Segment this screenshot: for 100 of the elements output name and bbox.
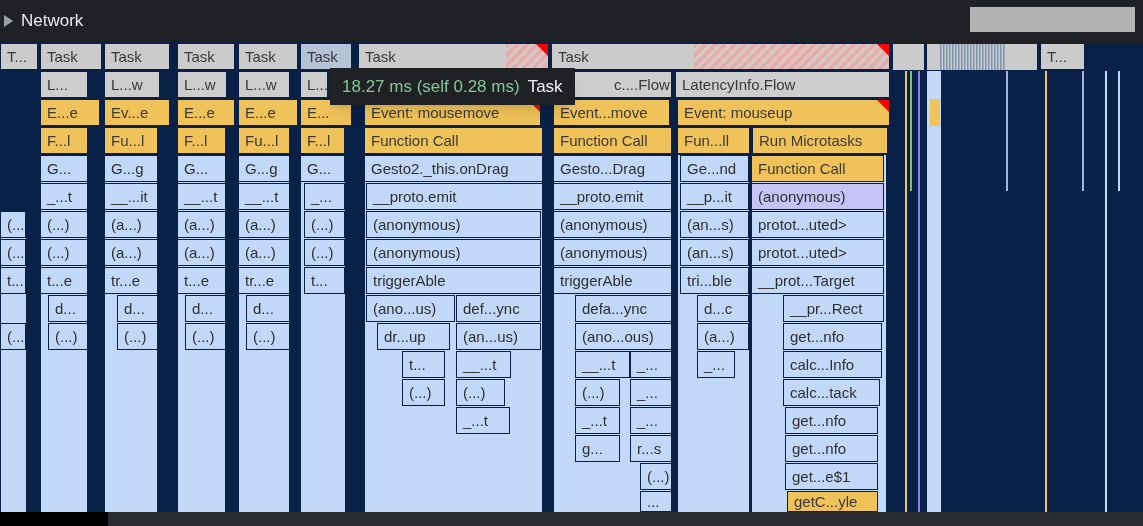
flame-block[interactable]: __proto.emit [366, 183, 543, 210]
flame-block[interactable]: (an...s) [680, 211, 749, 238]
flame-block[interactable]: d... [246, 295, 290, 322]
flame-block[interactable]: (...) [185, 323, 226, 350]
flame-block[interactable]: t...e [177, 267, 226, 294]
flame-block[interactable]: E...e [40, 99, 100, 126]
task-block[interactable]: Task [40, 43, 102, 70]
flame-block[interactable]: _... [304, 183, 345, 210]
network-track-toggle[interactable]: Network [3, 8, 84, 34]
flame-block[interactable]: (anonymous) [553, 239, 672, 266]
flame-block[interactable]: G...g [104, 155, 158, 182]
flame-block[interactable]: triggerAble [366, 267, 541, 294]
flame-block[interactable]: (anonymous) [366, 239, 541, 266]
flame-block[interactable]: Run Microtasks [752, 127, 888, 154]
scrollbar-thumb[interactable] [0, 512, 108, 526]
flame-block[interactable]: (ano...ous) [575, 323, 672, 350]
flame-block[interactable]: (...) [40, 211, 88, 238]
flame-block[interactable]: __...t [456, 351, 511, 378]
flame-block[interactable]: d...c [697, 295, 749, 322]
flame-block[interactable]: (ano...us) [366, 295, 455, 322]
flame-block[interactable]: get...nfo [785, 407, 878, 434]
task-block[interactable]: Task [551, 43, 890, 70]
flame-block[interactable]: (...) [456, 379, 505, 406]
flame-block[interactable]: (...) [246, 323, 290, 350]
flame-block[interactable]: __proto.emit [553, 183, 672, 210]
flame-block[interactable]: (... [0, 211, 26, 238]
flame-block[interactable]: ... [640, 491, 672, 512]
flame-block[interactable]: calc...Info [783, 351, 882, 378]
flame-block[interactable]: __p...it [680, 183, 749, 210]
flame-block[interactable]: (anonymous) [553, 211, 672, 238]
flame-block[interactable]: (...) [402, 379, 445, 406]
flame-block[interactable]: tr...e [104, 267, 158, 294]
flame-block[interactable]: _...t [456, 407, 510, 434]
flame-block[interactable]: G... [40, 155, 88, 182]
flame-block[interactable]: __pr...Rect [783, 295, 884, 322]
flame-block[interactable]: Function Call [553, 127, 672, 154]
flame-block[interactable]: Fun...ll [677, 127, 750, 154]
task-block[interactable]: T... [0, 43, 38, 70]
task-block[interactable] [927, 44, 1037, 70]
flame-block[interactable]: E...e [177, 99, 235, 126]
flame-block[interactable]: (an...us) [456, 323, 541, 350]
flame-block[interactable]: t... [402, 351, 445, 378]
flame-block[interactable]: G... [177, 155, 226, 182]
flame-block[interactable]: F...l [300, 127, 345, 154]
task-block[interactable]: Task [177, 43, 235, 70]
task-block[interactable]: Task [238, 43, 298, 70]
flame-block[interactable]: r...s [630, 435, 672, 462]
overview-scroll-thumb[interactable] [970, 7, 1135, 32]
flame-block[interactable]: _... [630, 351, 672, 378]
flame-block[interactable]: (a...) [697, 323, 749, 350]
flame-block[interactable]: (a...) [104, 239, 158, 266]
flame-block[interactable]: calc...tack [783, 379, 880, 406]
flame-block[interactable]: t...e [40, 267, 88, 294]
flame-block[interactable]: _...t [575, 407, 620, 434]
flame-block[interactable]: Ev...e [104, 99, 170, 126]
flame-block[interactable]: E...e [238, 99, 298, 126]
flame-block[interactable]: (...) [48, 323, 88, 350]
flame-block[interactable]: Event: mouseup [677, 99, 890, 126]
task-block[interactable]: T... [1040, 43, 1085, 70]
flame-block[interactable]: (a...) [238, 239, 290, 266]
flame-block[interactable]: (... [0, 323, 26, 350]
flame-block[interactable]: d... [48, 295, 88, 322]
flame-block[interactable]: L...w [104, 71, 160, 98]
flame-block[interactable]: __...t [177, 183, 226, 210]
flame-block[interactable]: _... [630, 379, 672, 406]
flame-block[interactable]: Function Call [751, 155, 884, 182]
flame-block[interactable]: get...nfo [785, 435, 878, 462]
flame-block[interactable]: _... [630, 407, 672, 434]
flame-block[interactable]: Gesto...Drag [553, 155, 672, 182]
flame-block[interactable]: G...g [238, 155, 290, 182]
flame-block[interactable]: (a...) [104, 211, 158, 238]
flame-block[interactable]: Fu...l [104, 127, 158, 154]
flame-block[interactable]: (...) [304, 239, 345, 266]
flame-block[interactable]: Ge...nd [680, 155, 749, 182]
flame-block[interactable]: E... [300, 99, 352, 126]
flame-block[interactable]: (...) [304, 211, 345, 238]
flame-block[interactable]: def...ync [456, 295, 541, 322]
flame-block[interactable]: (a...) [177, 239, 226, 266]
flame-block[interactable] [927, 71, 941, 512]
flame-block[interactable]: __...t [575, 351, 630, 378]
flame-block[interactable]: (anonymous) [366, 211, 541, 238]
flame-block[interactable]: (...) [40, 239, 88, 266]
flame-block[interactable]: F...l [177, 127, 226, 154]
flame-block[interactable]: get...nfo [783, 323, 882, 350]
flame-block[interactable]: d... [117, 295, 158, 322]
flame-block[interactable]: (...) [117, 323, 158, 350]
flame-block[interactable]: triggerAble [553, 267, 672, 294]
flame-block[interactable]: (a...) [238, 211, 290, 238]
flame-block[interactable]: dr...up [377, 323, 450, 350]
flame-block[interactable]: (anonymous) [751, 183, 884, 210]
flame-block[interactable]: LatencyInfo.Flow [675, 71, 890, 98]
flame-block[interactable]: _...t [40, 183, 88, 210]
flame-block[interactable]: d... [185, 295, 226, 322]
flame-block[interactable]: tr...e [238, 267, 290, 294]
flame-block[interactable]: getC...yle [787, 491, 878, 512]
flame-block[interactable]: L...w [177, 71, 227, 98]
flame-block[interactable]: L... [300, 71, 328, 98]
flame-block[interactable] [930, 99, 940, 126]
flame-block[interactable]: L... [40, 71, 88, 98]
flame-block[interactable]: g... [575, 435, 620, 462]
